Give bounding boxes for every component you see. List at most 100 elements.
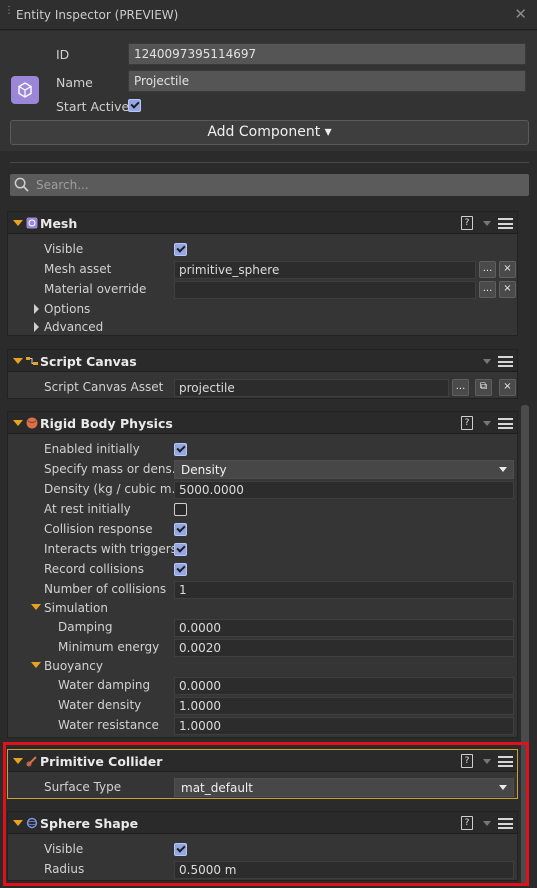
material-override-row: Material override ... × [8,280,518,300]
water-damping-row: Water damping 0.0000 [8,676,518,696]
interacts-triggers-row: Interacts with triggers [8,540,518,560]
mesh-header[interactable]: Mesh ? [8,212,517,234]
rigid-body-header[interactable]: Rigid Body Physics ? [8,412,517,434]
specify-mass-row: Specify mass or dens... Density [8,460,518,480]
at-rest-checkbox[interactable] [174,503,187,516]
menu-icon[interactable] [498,356,513,367]
primitive-collider-component: Primitive Collider ? Surface Type mat_de… [7,749,518,799]
chevron-right-icon[interactable] [34,322,39,332]
script-canvas-header[interactable]: Script Canvas [8,350,517,372]
material-clear-button[interactable]: × [499,281,516,298]
min-energy-field[interactable]: 0.0020 [174,639,514,657]
water-damping-field[interactable]: 0.0000 [174,677,514,695]
help-icon[interactable]: ? [461,216,473,230]
chevron-down-icon [499,785,507,790]
radius-row: Radius 0.5000 m [8,860,518,880]
primitive-collider-header[interactable]: Primitive Collider ? [8,750,517,772]
num-collisions-row: Number of collisions 1 [8,580,518,600]
collapse-icon[interactable] [13,420,23,426]
script-canvas-icon [26,357,38,365]
material-override-field[interactable] [174,281,476,299]
menu-icon[interactable] [498,218,513,229]
mesh-asset-field[interactable]: primitive_sphere [174,261,476,279]
enabled-initially-checkbox[interactable] [174,443,187,456]
material-browse-button[interactable]: ... [479,281,496,298]
chevron-down-icon[interactable] [483,821,491,826]
advanced-label[interactable]: Advanced [44,320,103,334]
collapse-icon[interactable] [31,604,41,610]
chevron-down-icon[interactable] [483,759,491,764]
menu-icon[interactable] [498,418,513,429]
damping-row: Damping 0.0000 [8,618,518,638]
surface-type-select[interactable]: mat_default [174,778,514,797]
entity-icon [11,76,39,104]
mesh-asset-clear-button[interactable]: × [499,261,516,278]
record-collisions-checkbox[interactable] [174,563,187,576]
help-icon[interactable]: ? [461,416,473,430]
chevron-right-icon[interactable] [34,304,39,314]
sphere-visible-checkbox[interactable] [174,843,187,856]
script-canvas-open-button[interactable]: ⧉ [475,379,492,396]
collision-response-row: Collision response [8,520,518,540]
name-field[interactable]: Projectile [128,70,526,92]
collapse-icon[interactable] [13,758,23,764]
buoyancy-label[interactable]: Buoyancy [44,659,103,673]
script-canvas-clear-button[interactable]: × [499,379,516,396]
advanced-row[interactable]: Advanced [8,318,518,338]
scrollbar[interactable] [521,405,529,885]
help-icon[interactable]: ? [461,816,473,830]
water-resistance-label: Water resistance [58,718,159,732]
density-field[interactable]: 5000.0000 [174,481,514,499]
collapse-icon[interactable] [13,220,23,226]
rigid-body-title: Rigid Body Physics [40,416,173,431]
chevron-down-icon[interactable] [483,359,491,364]
sphere-shape-header[interactable]: Sphere Shape ? [8,812,517,834]
options-label[interactable]: Options [44,302,90,316]
water-density-field[interactable]: 1.0000 [174,697,514,715]
record-collisions-label: Record collisions [44,562,145,576]
collapse-icon[interactable] [13,820,23,826]
radius-field[interactable]: 0.5000 m [174,861,514,879]
specify-mass-label: Specify mass or dens... [44,462,184,476]
id-label: ID [56,47,70,62]
chevron-down-icon[interactable] [483,221,491,226]
collapse-icon[interactable] [31,662,41,668]
add-component-button[interactable]: Add Component ▾ [10,120,529,145]
help-icon[interactable]: ? [461,754,473,768]
water-resistance-field[interactable]: 1.0000 [174,717,514,735]
close-icon[interactable]: ✕ [514,5,527,23]
water-density-row: Water density 1.0000 [8,696,518,716]
num-collisions-field[interactable]: 1 [174,581,514,599]
enabled-initially-row: Enabled initially [8,440,518,460]
interacts-triggers-checkbox[interactable] [174,543,187,556]
buoyancy-group[interactable]: Buoyancy [8,657,518,677]
water-resistance-row: Water resistance 1.0000 [8,716,518,736]
menu-icon[interactable] [498,818,513,829]
sphere-icon [26,817,38,829]
script-canvas-browse-button[interactable]: ... [452,379,469,396]
mesh-visible-checkbox[interactable] [174,243,187,256]
menu-icon[interactable] [498,756,513,767]
window-title: Entity Inspector (PREVIEW) [16,8,179,22]
id-field[interactable]: 1240097395114697 [128,43,526,65]
mesh-visible-row: Visible [8,240,518,260]
options-row[interactable]: Options [8,300,518,320]
drag-handle-icon[interactable]: ⋮ [4,6,14,22]
simulation-group[interactable]: Simulation [8,599,518,619]
search-placeholder: Search... [36,178,89,192]
simulation-label[interactable]: Simulation [44,601,108,615]
chevron-down-icon[interactable] [483,421,491,426]
num-collisions-label: Number of collisions [44,582,167,596]
search-input[interactable]: Search... [10,174,529,196]
chevron-down-icon [499,467,507,472]
at-rest-row: At rest initially [8,500,518,520]
start-active-checkbox[interactable] [128,99,141,112]
sphere-visible-row: Visible [8,840,518,860]
specify-mass-select[interactable]: Density [174,460,514,479]
collapse-icon[interactable] [13,358,23,364]
mesh-asset-browse-button[interactable]: ... [479,261,496,278]
damping-field[interactable]: 0.0000 [174,619,514,637]
script-canvas-asset-field[interactable]: projectile [174,379,449,397]
collision-response-checkbox[interactable] [174,523,187,536]
primitive-collider-title: Primitive Collider [40,754,163,769]
